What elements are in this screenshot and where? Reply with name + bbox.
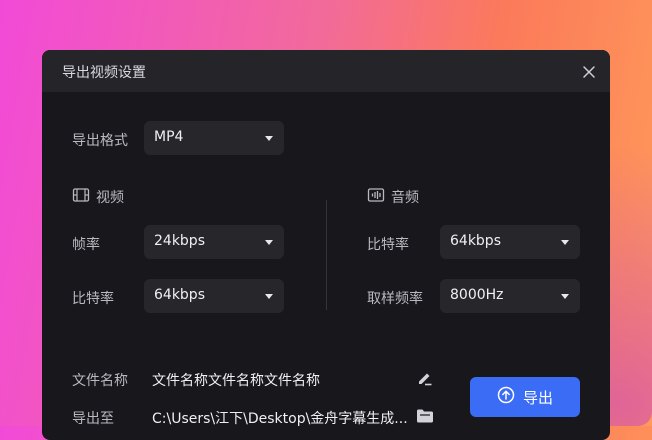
dialog-title: 导出视频设置 (62, 65, 146, 81)
caret-down-icon (265, 136, 273, 141)
audio-bitrate-value: 64kbps (450, 233, 501, 249)
export-button[interactable]: 导出 (470, 377, 580, 417)
folder-icon[interactable] (416, 408, 434, 428)
audio-bitrate-select[interactable]: 64kbps (440, 225, 580, 259)
audio-heading: 音频 (391, 190, 419, 206)
audio-section-heading: 音频 (367, 187, 419, 207)
export-path-value[interactable]: C:\Users\江下\Desktop\金舟字幕生成... (152, 408, 408, 428)
sample-rate-select[interactable]: 8000Hz (440, 279, 580, 313)
export-path-label: 导出至 (72, 411, 114, 427)
video-section-heading: 视频 (72, 187, 124, 207)
frame-rate-value: 24kbps (154, 233, 205, 249)
video-heading: 视频 (96, 190, 124, 206)
waveform-icon (367, 187, 385, 207)
close-icon[interactable] (582, 64, 596, 78)
file-name-value[interactable]: 文件名称文件名称文件名称 (152, 370, 320, 390)
dialog-titlebar: 导出视频设置 (42, 50, 610, 92)
caret-down-icon (561, 294, 569, 299)
format-select[interactable]: MP4 (144, 121, 284, 155)
upload-icon (497, 386, 515, 408)
sample-rate-value: 8000Hz (450, 287, 504, 303)
frame-rate-select[interactable]: 24kbps (144, 225, 284, 259)
video-bitrate-label: 比特率 (72, 291, 114, 307)
caret-down-icon (265, 294, 273, 299)
film-icon (72, 187, 90, 207)
format-value: MP4 (154, 129, 184, 145)
video-bitrate-value: 64kbps (154, 287, 205, 303)
video-bitrate-select[interactable]: 64kbps (144, 279, 284, 313)
caret-down-icon (561, 240, 569, 245)
format-label: 导出格式 (72, 133, 128, 149)
section-divider (326, 200, 327, 310)
export-video-settings-dialog: 导出视频设置 导出格式 MP4 视频 帧率 24kbps 比特率 64kbps (42, 50, 610, 440)
frame-rate-label: 帧率 (72, 237, 100, 253)
export-button-label: 导出 (522, 388, 553, 407)
file-name-label: 文件名称 (72, 373, 128, 389)
audio-bitrate-label: 比特率 (367, 237, 409, 253)
pencil-icon[interactable] (416, 369, 434, 391)
caret-down-icon (265, 240, 273, 245)
sample-rate-label: 取样频率 (367, 291, 423, 307)
